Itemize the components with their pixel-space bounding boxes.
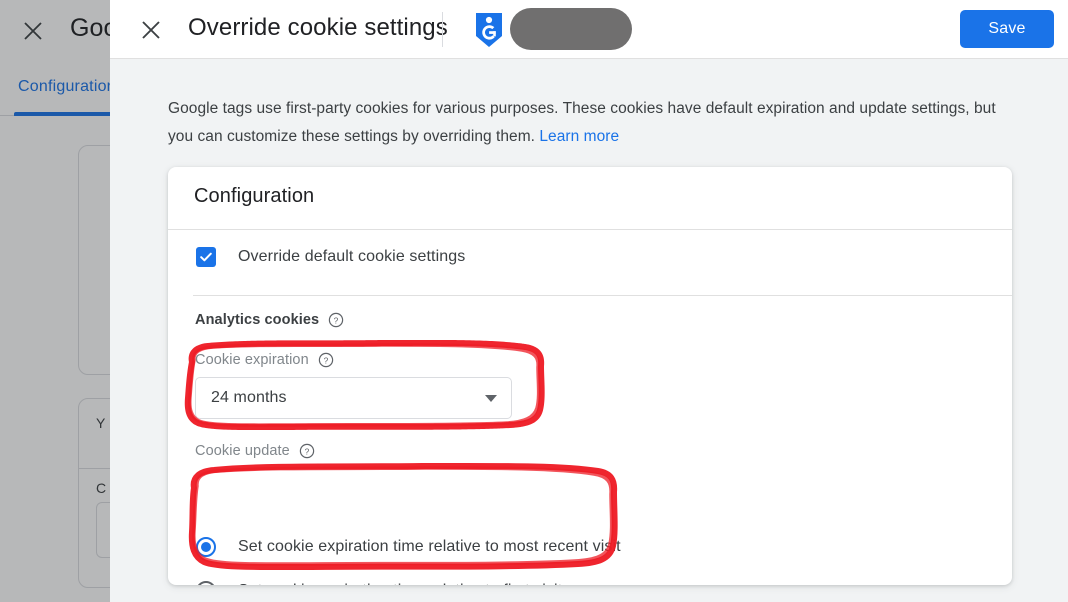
configuration-card: Configuration Override default cookie se… — [168, 167, 1012, 585]
screenshot-root: Google tag Configuration Y C Override co… — [0, 0, 1068, 602]
google-tag-icon — [470, 10, 508, 49]
radio-label: Set cookie expiration time relative to f… — [238, 582, 562, 585]
intro-text: Google tags use first-party cookies for … — [168, 95, 1016, 151]
modal-header: Override cookie settings Save — [110, 0, 1068, 59]
help-icon[interactable]: ? — [299, 443, 315, 459]
override-cookie-settings-modal: Override cookie settings Save Google tag… — [110, 0, 1068, 602]
radio-dot — [201, 542, 211, 552]
cookie-update-option-most-recent-visit[interactable]: Set cookie expiration time relative to m… — [196, 537, 621, 557]
card-divider-inset — [193, 295, 1012, 296]
chevron-down-icon[interactable] — [485, 395, 497, 402]
cookie-expiration-select[interactable]: 24 months — [195, 377, 512, 419]
cookie-expiration-label: Cookie expiration — [195, 352, 309, 368]
card-divider-top — [168, 229, 1012, 230]
close-icon[interactable] — [136, 15, 166, 45]
account-name-redacted — [510, 8, 632, 50]
page-title: Override cookie settings — [188, 14, 448, 41]
help-icon[interactable]: ? — [328, 312, 344, 328]
modal-body: Google tags use first-party cookies for … — [110, 59, 1068, 602]
cookie-update-label-row: Cookie update ? — [195, 443, 315, 459]
analytics-cookies-label: Analytics cookies — [195, 312, 320, 328]
cookie-expiration-label-row: Cookie expiration ? — [195, 352, 334, 368]
help-icon[interactable]: ? — [318, 352, 334, 368]
override-default-cookie-settings-row[interactable]: Override default cookie settings — [196, 247, 465, 267]
radio-unselected-icon[interactable] — [196, 581, 216, 585]
header-divider — [442, 12, 443, 47]
svg-text:?: ? — [323, 355, 328, 365]
cookie-update-label: Cookie update — [195, 443, 290, 459]
svg-text:?: ? — [334, 315, 339, 325]
checkbox-label: Override default cookie settings — [238, 248, 466, 265]
learn-more-link[interactable]: Learn more — [539, 128, 619, 145]
svg-text:?: ? — [304, 446, 309, 456]
save-button[interactable]: Save — [960, 10, 1054, 48]
analytics-cookies-heading: Analytics cookies ? — [195, 312, 344, 328]
radio-label: Set cookie expiration time relative to m… — [238, 538, 621, 555]
checkbox-checked-icon[interactable] — [196, 247, 216, 267]
cookie-expiration-value: 24 months — [211, 389, 287, 406]
card-title: Configuration — [194, 185, 315, 207]
radio-selected-icon[interactable] — [196, 537, 216, 557]
cookie-update-option-first-visit[interactable]: Set cookie expiration time relative to f… — [196, 581, 562, 585]
